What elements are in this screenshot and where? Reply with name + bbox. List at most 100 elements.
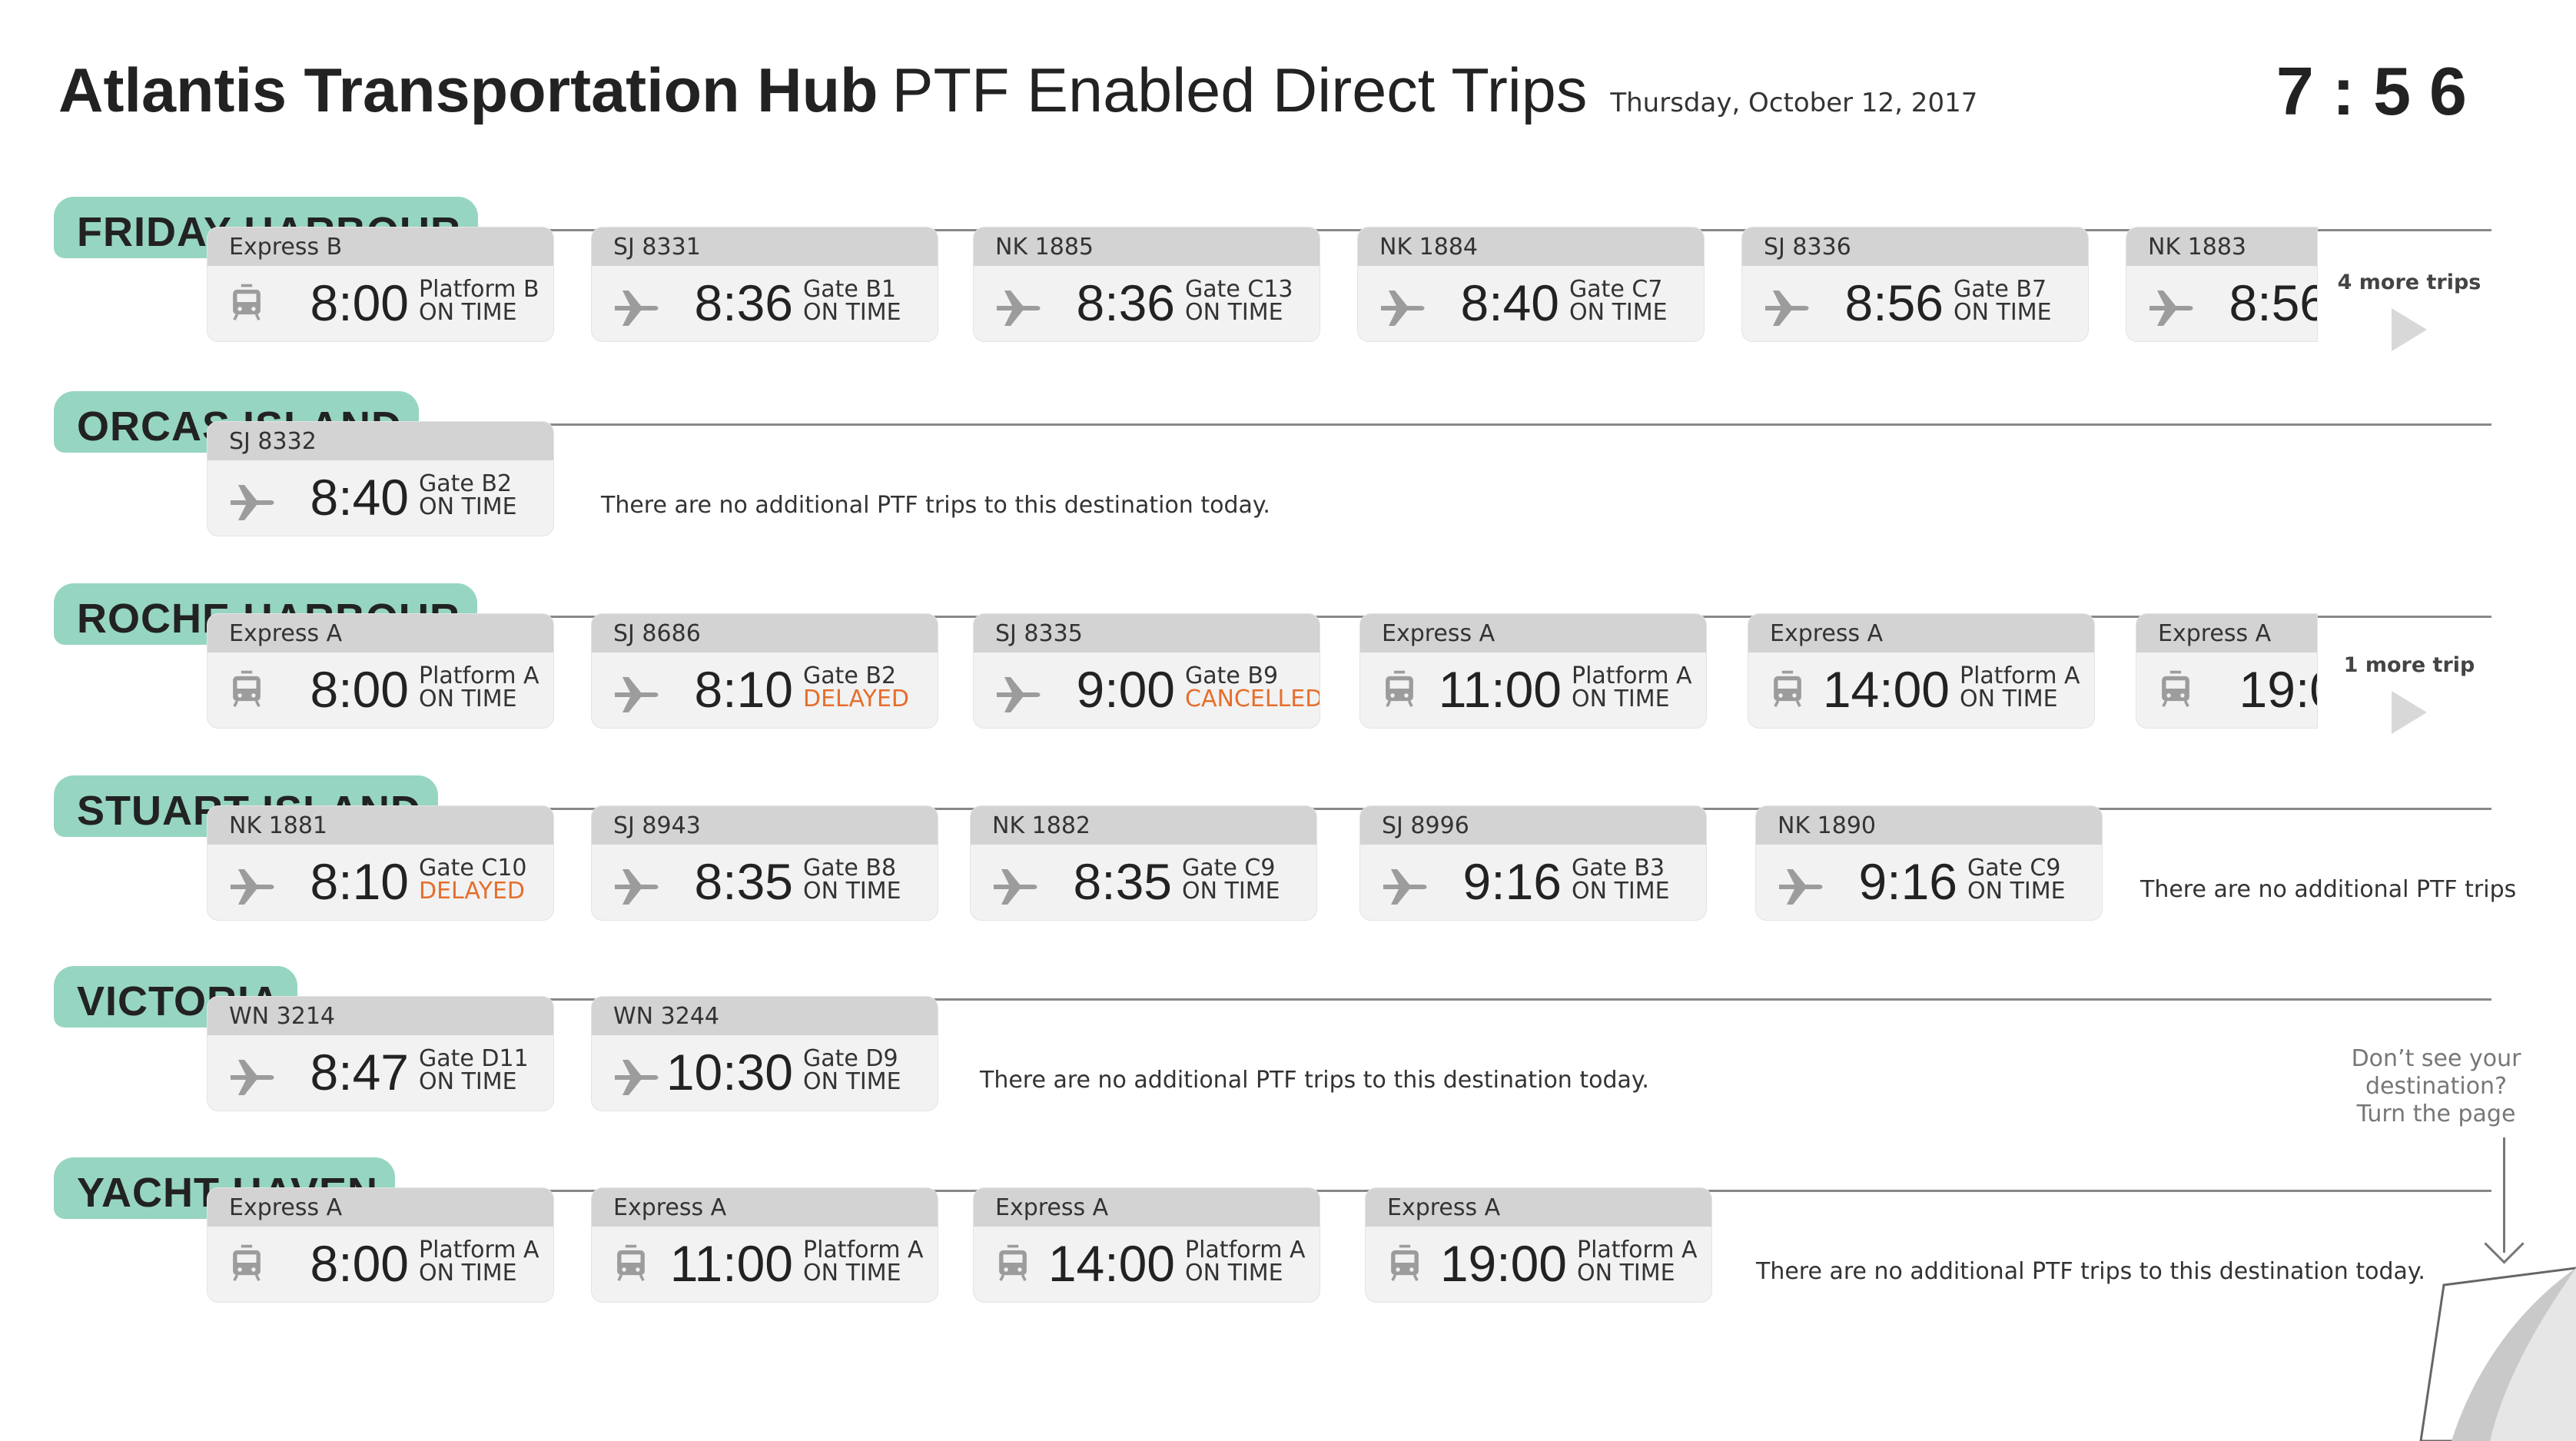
trip-card[interactable]: NK 1884 8:40 Gate C7 ON TIME [1358, 227, 1704, 341]
trip-card[interactable]: WN 3214 8:47 Gate D11 ON TIME [207, 997, 553, 1111]
departure-time: 10:30 [666, 1044, 793, 1101]
trip-status: ON TIME [1960, 686, 2058, 712]
trip-card[interactable]: Express A 19:00 Platform A ON TIME [1366, 1188, 1711, 1302]
trip-card[interactable]: WN 3244 10:30 Gate D9 ON TIME [592, 997, 938, 1111]
gate-label: Gate C9 [1182, 855, 1276, 882]
departure-time: 8:00 [310, 1235, 409, 1292]
trip-card[interactable]: Express A 8:00 Platform A ON TIME [207, 614, 553, 728]
destination-section: YACHT HAVENExpress A8:00Platform AON TIM… [0, 1154, 2576, 1331]
trip-status: ON TIME [1967, 878, 2066, 905]
more-trips-label: 1 more trip [2343, 653, 2475, 677]
trip-label: SJ 8332 [207, 422, 553, 460]
departure-time: 8:00 [310, 274, 409, 331]
destination-section: ORCAS ISLANDSJ 83328:40Gate B2ON TIMEThe… [0, 388, 2576, 565]
trip-status: DELAYED [803, 686, 910, 712]
gate-label: Platform A [1960, 662, 2080, 689]
trip-label: SJ 8943 [592, 806, 938, 845]
departure-time: 8:56 [1844, 274, 1944, 331]
turn-page-hint: Don’t see your destination? Turn the pag… [2336, 1045, 2536, 1128]
trip-label: SJ 8686 [592, 614, 938, 652]
trip-label: Express A [974, 1188, 1320, 1227]
gate-label: Platform A [1572, 662, 1692, 689]
play-arrow-icon [2392, 691, 2427, 734]
trip-card[interactable]: Express A 14:00 Platform A ON TIME [974, 1188, 1320, 1302]
trip-card[interactable]: SJ 8335 9:00 Gate B9 CANCELLED [974, 614, 1320, 728]
no-more-trips-note: There are no additional PTF trips to thi… [1756, 1258, 2425, 1285]
current-date: Thursday, October 12, 2017 [1610, 88, 1978, 118]
trip-status: ON TIME [419, 299, 517, 326]
gate-label: Gate B2 [419, 470, 513, 497]
trip-status: ON TIME [1572, 686, 1670, 712]
gate-label: Platform A [419, 662, 539, 689]
page-subtitle: PTF Enabled Direct Trips [891, 56, 1588, 125]
trip-card[interactable]: Express B 8:00 Platform B ON TIME [207, 227, 553, 341]
trip-label: SJ 8335 [974, 614, 1320, 652]
trip-status: ON TIME [1185, 299, 1283, 326]
gate-label: Gate B8 [803, 855, 897, 882]
gate-label: Gate B3 [1572, 855, 1665, 882]
gate-label: Gate D11 [419, 1045, 529, 1072]
trip-label: Express A [1360, 614, 1706, 652]
gate-label: Gate B2 [803, 662, 897, 689]
trip-card[interactable]: SJ 8332 8:40 Gate B2 ON TIME [207, 422, 553, 536]
trip-label: Express B [207, 227, 553, 266]
trip-card[interactable]: Express A 11:00 Platform A ON TIME [592, 1188, 938, 1302]
departure-time: 8:40 [310, 469, 409, 526]
trip-card[interactable]: SJ 8336 8:56 Gate B7 ON TIME [1742, 227, 2088, 341]
trip-status: ON TIME [803, 299, 901, 326]
gate-label: Platform A [1185, 1237, 1306, 1263]
destination-section: VICTORIA WN 3214 8:47 Gate D11 ON TIME WN 324… [0, 963, 2576, 1140]
page-curl-button[interactable] [2390, 1260, 2576, 1441]
trip-label: NK 1882 [971, 806, 1316, 845]
trip-label: Express A [592, 1188, 938, 1227]
trip-status: ON TIME [1954, 299, 2052, 326]
departure-time: 8:10 [310, 853, 409, 910]
more-trips-button[interactable]: 4 more trips [2325, 271, 2494, 351]
departure-time: 8:40 [1460, 274, 1559, 331]
trip-label: NK 1884 [1358, 227, 1704, 266]
trip-card[interactable]: Express A 14:00 Platform A ON TIME [1748, 614, 2094, 728]
trip-card[interactable]: NK 1890 9:16 Gate C9 ON TIME [1756, 806, 2102, 920]
trip-row: SJ 8332 8:40 Gate B2 ON TIME [207, 422, 2576, 560]
destination-section: ROCHE HARBOURExpress A8:00Platform AON T… [0, 580, 2576, 757]
trip-card[interactable]: Express A 8:00 Platform A ON TIME [207, 1188, 553, 1302]
trip-status: ON TIME [1577, 1260, 1675, 1287]
trip-card[interactable]: SJ 8996 9:16 Gate B3 ON TIME [1360, 806, 1706, 920]
trip-label: Express A [1366, 1188, 1711, 1227]
trip-card[interactable]: NK 1883 8:56 [2126, 227, 2317, 341]
departure-time: 8:36 [694, 274, 793, 331]
gate-label: Gate B1 [803, 276, 897, 303]
trip-status: CANCELLED [1185, 686, 1320, 712]
turn-page-line: Turn the page [2356, 1101, 2516, 1127]
destination-section: STUART ISLANDNK 18818:10Gate C10DELAYEDS… [0, 772, 2576, 949]
trip-card[interactable]: SJ 8331 8:36 Gate B1 ON TIME [592, 227, 938, 341]
trip-card[interactable]: Express A 19:0 [2136, 614, 2317, 728]
trip-label: NK 1883 [2126, 227, 2317, 266]
gate-label: Platform B [419, 276, 539, 303]
play-arrow-icon [2392, 308, 2427, 351]
trip-label: WN 3244 [592, 997, 938, 1035]
trip-card[interactable]: NK 1882 8:35 Gate C9 ON TIME [971, 806, 1316, 920]
trip-card[interactable]: SJ 8943 8:35 Gate B8 ON TIME [592, 806, 938, 920]
trip-card[interactable]: Express A 11:00 Platform A ON TIME [1360, 614, 1706, 728]
more-trips-button[interactable]: 1 more trip [2325, 653, 2494, 734]
trip-status: DELAYED [419, 878, 526, 905]
departure-time: 19:00 [1439, 1235, 1567, 1292]
trip-row: NK 1881 8:10 Gate C10 DELAYED SJ 8943 8:35 Gat… [207, 806, 2576, 945]
trip-label: NK 1881 [207, 806, 553, 845]
departure-time: 8:35 [1073, 853, 1172, 910]
trip-card[interactable]: NK 1885 8:36 Gate C13 ON TIME [974, 227, 1320, 341]
trip-card[interactable]: NK 1881 8:10 Gate C10 DELAYED [207, 806, 553, 920]
trip-status: ON TIME [419, 686, 517, 712]
trip-label: Express A [2136, 614, 2317, 652]
trip-card[interactable]: SJ 8686 8:10 Gate B2 DELAYED [592, 614, 938, 728]
trip-label: NK 1890 [1756, 806, 2102, 845]
gate-label: Gate D9 [803, 1045, 898, 1072]
no-more-trips-note: There are no additional PTF trips to thi… [980, 1067, 1649, 1094]
no-more-trips-note: There are no additional PTF trips to thi… [601, 492, 1270, 519]
gate-label: Gate B9 [1185, 662, 1279, 689]
departure-time: 8:00 [310, 661, 409, 718]
trip-status: ON TIME [1185, 1260, 1283, 1287]
more-trips-label: 4 more trips [2337, 271, 2481, 294]
hub-name: Atlantis Transportation Hub [58, 56, 878, 125]
